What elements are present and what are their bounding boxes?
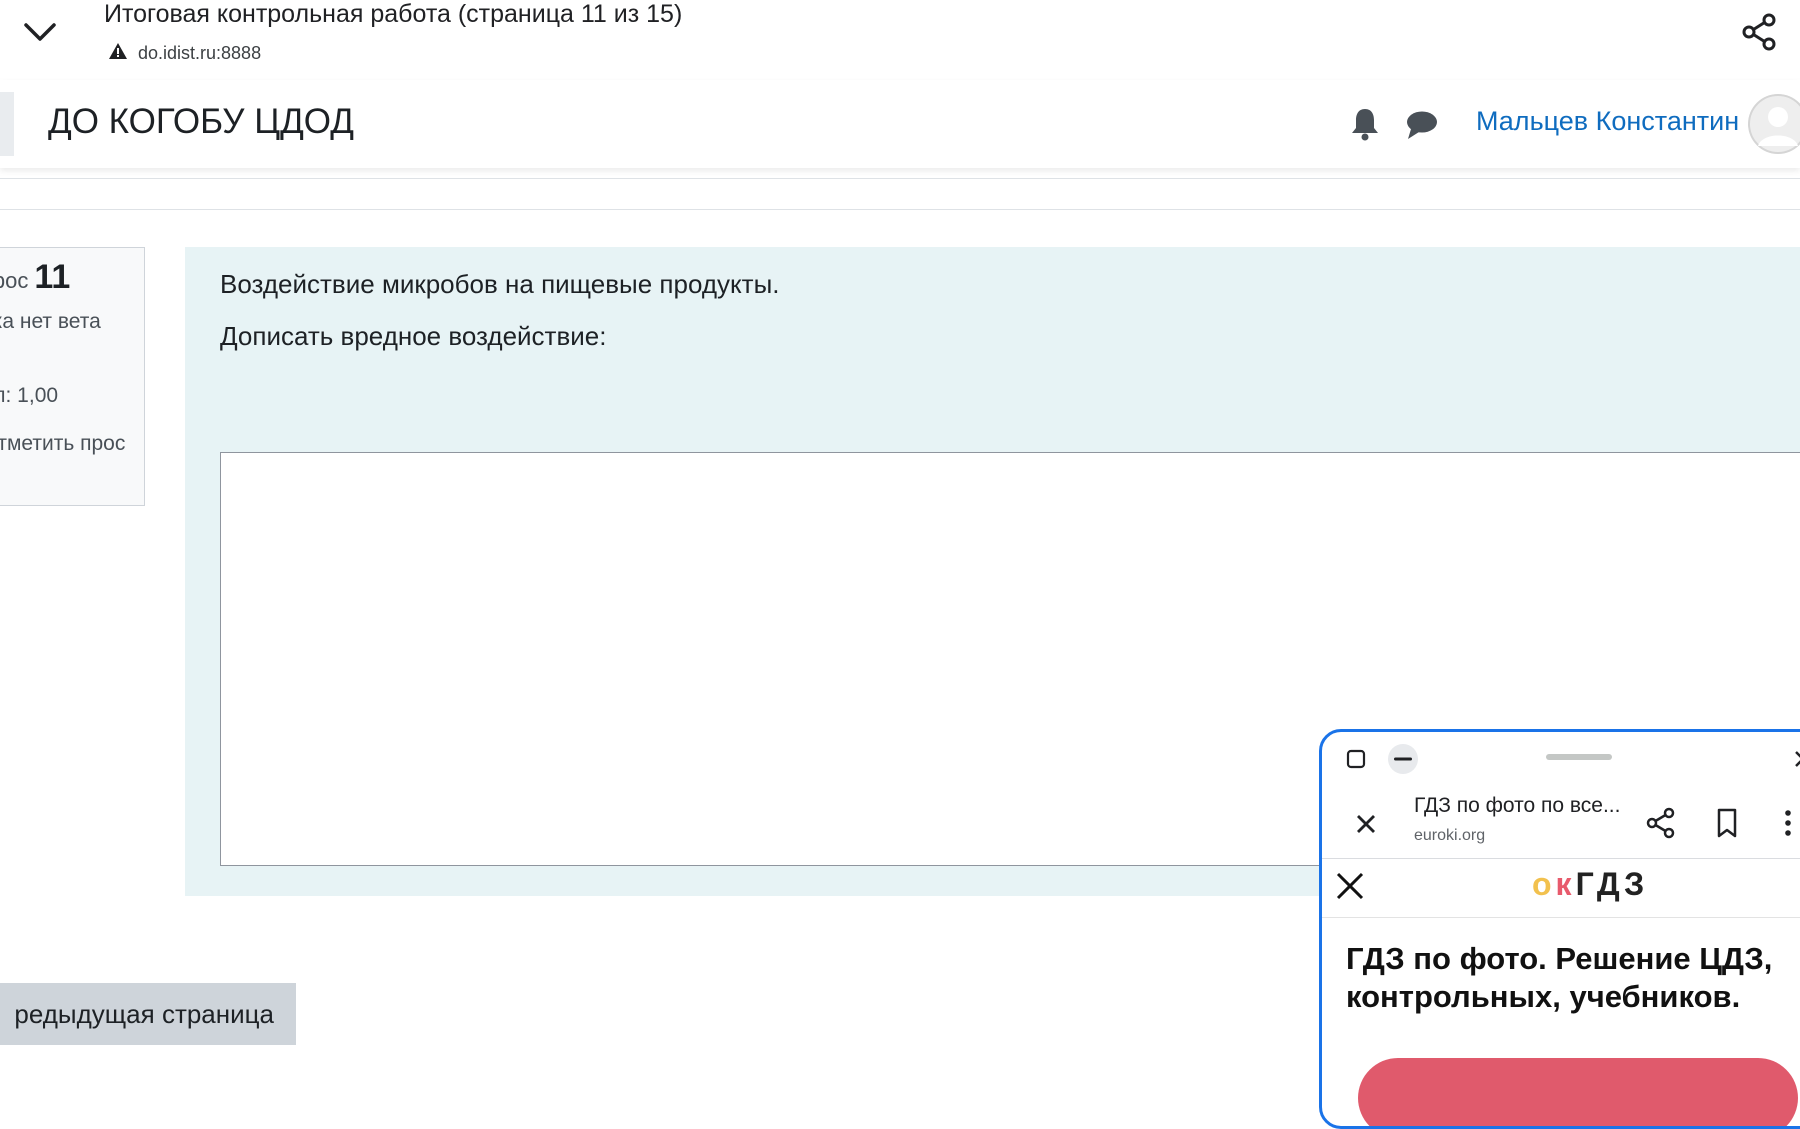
- user-menu-name[interactable]: Мальцев Константин: [1476, 106, 1739, 137]
- question-state: ока нет вета: [0, 310, 101, 333]
- question-prompt: Дописать вредное воздействие:: [220, 321, 607, 351]
- bookmark-icon[interactable]: [1710, 806, 1744, 840]
- browser-bar: Итоговая контрольная работа (страница 11…: [0, 0, 1800, 81]
- close-icon[interactable]: [1350, 808, 1382, 840]
- question-grade: лл: 1,00: [0, 384, 59, 407]
- question-label: прос: [0, 268, 29, 293]
- flag-question-link[interactable]: Отметить прос: [0, 428, 141, 460]
- chat-icon[interactable]: [1404, 108, 1440, 142]
- question-number-value: 11: [34, 258, 71, 296]
- url-row[interactable]: do.idist.ru:8888: [108, 42, 261, 65]
- drag-handle[interactable]: [1546, 754, 1612, 760]
- previous-page-button[interactable]: редыдущая страница: [0, 983, 296, 1045]
- question-text: Воздействие микробов на пищевые продукты…: [220, 269, 780, 299]
- avatar[interactable]: [1748, 94, 1800, 154]
- logo-k: к: [1555, 866, 1576, 902]
- drawer-toggle[interactable]: [0, 92, 14, 156]
- close-icon[interactable]: [1332, 868, 1368, 904]
- navbar: ДО КОГОБУ ЦДОД Мальцев Константин: [0, 80, 1800, 168]
- question-info: прос11 ока нет вета лл: 1,00 Отметить пр…: [0, 247, 145, 506]
- promo-headline: ГДЗ по фото. Решение ЦДЗ, контрольных, у…: [1346, 941, 1773, 1014]
- site-name[interactable]: ДО КОГОБУ ЦДОД: [48, 102, 354, 142]
- warning-icon: [108, 42, 128, 65]
- more-menu-icon[interactable]: [1778, 806, 1798, 840]
- tab-title: ГДЗ по фото по все...: [1414, 794, 1621, 817]
- share-icon[interactable]: [1644, 806, 1678, 840]
- logo-o: о: [1532, 866, 1556, 902]
- maximize-icon[interactable]: [1345, 748, 1367, 770]
- cta-button[interactable]: [1358, 1058, 1798, 1126]
- divider: [0, 178, 1800, 179]
- share-icon[interactable]: [1734, 10, 1784, 54]
- page-title: Итоговая контрольная работа (страница 11…: [104, 0, 683, 28]
- divider: [0, 209, 1800, 210]
- question-number: прос11: [0, 258, 70, 297]
- bell-icon[interactable]: [1348, 106, 1382, 142]
- divider: [1322, 858, 1800, 859]
- floating-browser-window: ГДЗ по фото по все... euroki.org окГДЗ Г…: [1319, 729, 1800, 1129]
- window-close-icon[interactable]: [1788, 744, 1800, 774]
- tab-url: euroki.org: [1414, 827, 1486, 844]
- site-logo[interactable]: окГДЗ: [1532, 866, 1648, 903]
- logo-text: ГДЗ: [1575, 866, 1649, 902]
- minimize-icon[interactable]: [1388, 744, 1418, 774]
- divider: [1322, 917, 1800, 918]
- chevron-down-icon[interactable]: [18, 10, 62, 54]
- url-text: do.idist.ru:8888: [138, 43, 262, 63]
